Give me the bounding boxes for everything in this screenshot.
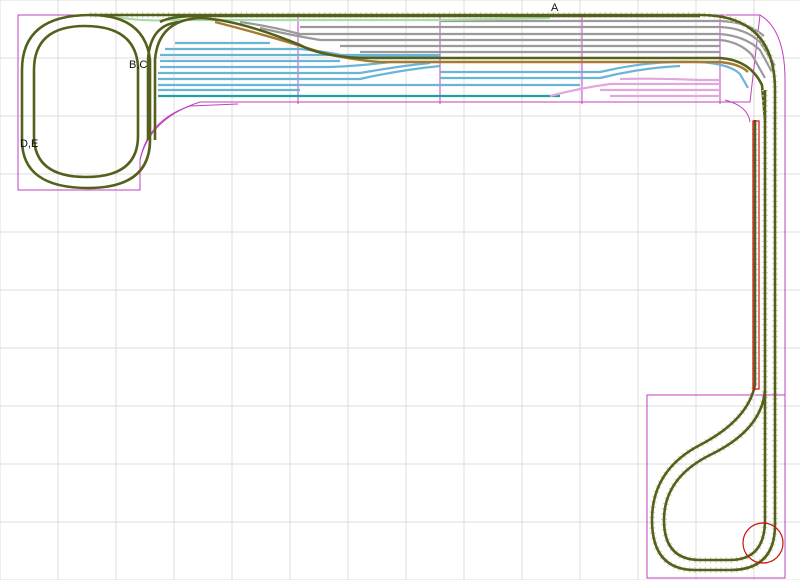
main-line-branch-bc-2 xyxy=(146,20,181,140)
main-line-inner-rails xyxy=(662,90,767,562)
board-outline-corner xyxy=(724,99,751,123)
label-a: A xyxy=(551,2,559,14)
grey-tracks xyxy=(239,19,776,79)
main-line-inner xyxy=(660,90,768,563)
pink-tracks xyxy=(549,77,720,98)
pink-track-4 xyxy=(619,77,720,82)
main-line-inner-ties xyxy=(660,90,768,563)
background-grid xyxy=(0,0,800,580)
label-bc: B,C xyxy=(129,59,147,71)
label-de: D,E xyxy=(20,138,38,150)
main-line-outer xyxy=(20,12,778,573)
main-line-loop-left-inner xyxy=(32,24,140,179)
track-plan-canvas: A B,C D,E xyxy=(0,0,800,580)
